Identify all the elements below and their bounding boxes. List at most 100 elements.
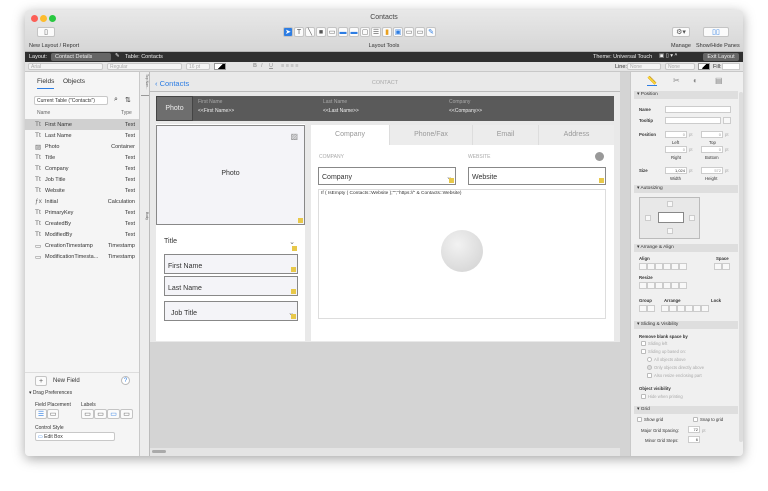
line-select[interactable]: None bbox=[627, 63, 661, 70]
field-list-item[interactable]: Tt Last Name Text bbox=[25, 130, 139, 141]
part-label-body[interactable]: Body bbox=[141, 212, 149, 220]
placement-vertical-icon[interactable]: ☰ bbox=[35, 409, 47, 419]
major-grid-input[interactable]: 72 bbox=[688, 426, 700, 433]
table-select[interactable]: Current Table ("Contacts") bbox=[34, 96, 108, 105]
tab-phone-fax[interactable]: Phone/Fax bbox=[389, 125, 472, 145]
field-list-item[interactable]: ▭ ModificationTimesta... Timestamp bbox=[25, 251, 139, 262]
group-button[interactable] bbox=[647, 305, 655, 312]
resize-button[interactable] bbox=[679, 282, 687, 289]
field-list-item[interactable]: ▨ Photo Container bbox=[25, 141, 139, 152]
group-button[interactable] bbox=[639, 305, 647, 312]
align-button[interactable] bbox=[647, 263, 655, 270]
field-list-item[interactable]: Tt Title Text bbox=[25, 152, 139, 163]
band-photo[interactable]: Photo bbox=[156, 96, 193, 121]
underline-button[interactable]: U bbox=[269, 63, 273, 69]
sliding-left-checkbox[interactable]: Sliding left bbox=[641, 341, 667, 347]
band-last-name-field[interactable]: <<Last Name>> bbox=[323, 108, 359, 114]
grid-section[interactable]: ▾ Grid bbox=[634, 406, 738, 414]
group-button[interactable] bbox=[693, 305, 701, 312]
label-top-icon[interactable]: ▭ bbox=[94, 409, 107, 419]
format-painter-icon[interactable]: ✎ bbox=[426, 27, 436, 37]
new-field-label[interactable]: New Field bbox=[53, 378, 80, 384]
popover-tool-icon[interactable]: ▭ bbox=[404, 27, 414, 37]
anchor-top[interactable] bbox=[667, 201, 673, 207]
text-tool-icon[interactable]: T bbox=[294, 27, 304, 37]
all-above-radio[interactable]: All objects above bbox=[647, 357, 686, 363]
last-name-field[interactable]: Last Name bbox=[164, 276, 298, 296]
group-button[interactable] bbox=[701, 305, 709, 312]
align-button[interactable] bbox=[639, 263, 647, 270]
arrange-section[interactable]: ▾ Arrange & Align bbox=[634, 244, 738, 252]
chart-tool-icon[interactable]: ▮ bbox=[382, 27, 392, 37]
label-inside-icon[interactable]: ▭ bbox=[120, 409, 133, 419]
hide-printing-checkbox[interactable]: Hide when printing bbox=[641, 394, 683, 400]
edit-layout-name-icon[interactable]: ✎ bbox=[115, 53, 120, 59]
field-control-tool-icon[interactable]: ▬ bbox=[338, 27, 348, 37]
field-tool-icon[interactable]: ▭ bbox=[327, 27, 337, 37]
inspector-scrollbar[interactable] bbox=[739, 92, 743, 442]
resize-button[interactable] bbox=[647, 282, 655, 289]
group-button[interactable] bbox=[685, 305, 693, 312]
drag-prefs-header[interactable]: ▾ Drag Preferences bbox=[29, 390, 72, 396]
position-tab-icon[interactable]: 📏 bbox=[647, 76, 657, 86]
job-title-field[interactable]: Job Title⌄ bbox=[164, 301, 298, 321]
group-button[interactable] bbox=[677, 305, 685, 312]
label-left-icon[interactable]: ▭ bbox=[107, 409, 120, 419]
name-input[interactable] bbox=[665, 106, 731, 113]
title-field[interactable]: Title ⌄ bbox=[164, 236, 298, 252]
manage-gear-icon[interactable]: ⚙▾ bbox=[672, 27, 690, 37]
label-none-icon[interactable]: ▭ bbox=[81, 409, 94, 419]
tab-tool-icon[interactable]: ☰ bbox=[371, 27, 381, 37]
right-input[interactable]: 0 bbox=[665, 146, 687, 153]
part-label-top-nav[interactable]: Top Nav... bbox=[141, 74, 149, 96]
show-grid-checkbox[interactable]: Show grid bbox=[637, 417, 663, 423]
tooltip-input[interactable] bbox=[665, 117, 721, 124]
band-first-name-field[interactable]: <<First Name>> bbox=[198, 108, 234, 114]
tab-objects[interactable]: Objects bbox=[63, 78, 85, 85]
line-color-swatch[interactable] bbox=[698, 63, 710, 70]
tab-address[interactable]: Address bbox=[538, 125, 614, 145]
align-button[interactable] bbox=[722, 263, 730, 270]
resize-button[interactable] bbox=[655, 282, 663, 289]
sliding-section[interactable]: ▾ Sliding & Visibility bbox=[634, 321, 738, 329]
sort-icon[interactable]: ⇅ bbox=[125, 96, 131, 104]
tab-fields[interactable]: Fields bbox=[37, 78, 55, 89]
field-list-item[interactable]: ƒx Initial Calculation bbox=[25, 196, 139, 207]
height-input[interactable]: 572 bbox=[701, 167, 723, 174]
minor-grid-input[interactable]: 6 bbox=[688, 436, 700, 443]
theme-icon[interactable]: ▣ ▯ ▾ ᴬ bbox=[659, 53, 677, 59]
globe-icon[interactable] bbox=[595, 152, 604, 161]
add-field-icon[interactable]: + bbox=[35, 376, 47, 386]
width-input[interactable]: 1,024 bbox=[665, 167, 687, 174]
align-button[interactable] bbox=[663, 263, 671, 270]
appearance-tab-icon[interactable]: ◐ bbox=[693, 76, 698, 85]
autosizing-section[interactable]: ▾ Autosizing bbox=[634, 185, 738, 193]
field-list-item[interactable]: Tt ModifiedBy Text bbox=[25, 229, 139, 240]
left-input[interactable]: 0 bbox=[665, 131, 687, 138]
button-tool-icon[interactable]: ▬ bbox=[349, 27, 359, 37]
field-list-item[interactable]: Tt Job Title Text bbox=[25, 174, 139, 185]
align-button[interactable] bbox=[714, 263, 722, 270]
search-icon[interactable]: ⌕ bbox=[114, 96, 118, 104]
resize-button[interactable] bbox=[639, 282, 647, 289]
website-field[interactable]: Website bbox=[468, 167, 606, 185]
font-select[interactable]: Arial bbox=[28, 63, 103, 70]
group-button[interactable] bbox=[669, 305, 677, 312]
align-button[interactable] bbox=[671, 263, 679, 270]
exit-layout-button[interactable]: Exit Layout bbox=[703, 53, 739, 61]
size-select[interactable]: 16 pt bbox=[186, 63, 210, 70]
fill-swatch[interactable] bbox=[722, 63, 740, 70]
also-resize-checkbox[interactable]: Also resize enclosing part bbox=[647, 373, 702, 379]
position-section[interactable]: ▾ Position bbox=[634, 91, 738, 99]
company-field[interactable]: Company⌄ bbox=[318, 167, 456, 185]
field-list-item[interactable]: Tt Website Text bbox=[25, 185, 139, 196]
align-button[interactable] bbox=[655, 263, 663, 270]
anchor-right[interactable] bbox=[689, 215, 695, 221]
align-buttons-icon[interactable]: ≡ ≡ ≡ ≡ bbox=[281, 63, 298, 69]
bottom-input[interactable]: 0 bbox=[701, 146, 723, 153]
styles-tab-icon[interactable]: ✂ bbox=[673, 76, 680, 85]
line-tool-icon[interactable]: ╲ bbox=[305, 27, 315, 37]
tab-email[interactable]: Email bbox=[472, 125, 538, 145]
text-color-swatch[interactable] bbox=[214, 63, 226, 70]
group-button[interactable] bbox=[661, 305, 669, 312]
